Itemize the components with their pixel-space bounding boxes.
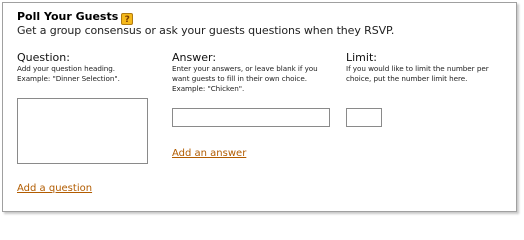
question-heading: Question: xyxy=(17,51,70,64)
answer-description-line: Example: "Chicken". xyxy=(172,84,245,93)
panel-subtitle: Get a group consensus or ask your guests… xyxy=(17,24,395,37)
question-description-line: Example: "Dinner Selection". xyxy=(17,74,120,83)
limit-input[interactable] xyxy=(346,108,382,127)
answer-description-line: want guests to fill in their own choice. xyxy=(172,74,307,83)
answer-heading: Answer: xyxy=(172,51,217,64)
answer-input[interactable] xyxy=(172,108,330,127)
limit-description-line: choice, put the number limit here. xyxy=(346,74,468,83)
limit-description: If you would like to limit the number pe… xyxy=(346,64,489,84)
add-question-link[interactable]: Add a question xyxy=(17,183,92,194)
limit-description-line: If you would like to limit the number pe… xyxy=(346,64,489,73)
answer-description-line: Enter your answers, or leave blank if yo… xyxy=(172,64,318,73)
add-answer-link[interactable]: Add an answer xyxy=(172,148,246,159)
question-description-line: Add your question heading. xyxy=(17,64,116,73)
question-description: Add your question heading. Example: "Din… xyxy=(17,64,120,84)
answer-description: Enter your answers, or leave blank if yo… xyxy=(172,64,318,94)
panel-title: Poll Your Guests? xyxy=(17,10,134,25)
panel-title-text: Poll Your Guests xyxy=(17,10,119,23)
poll-panel: Poll Your Guests? Get a group consensus … xyxy=(2,2,517,212)
limit-heading: Limit: xyxy=(346,51,377,64)
question-textarea[interactable] xyxy=(17,98,148,164)
